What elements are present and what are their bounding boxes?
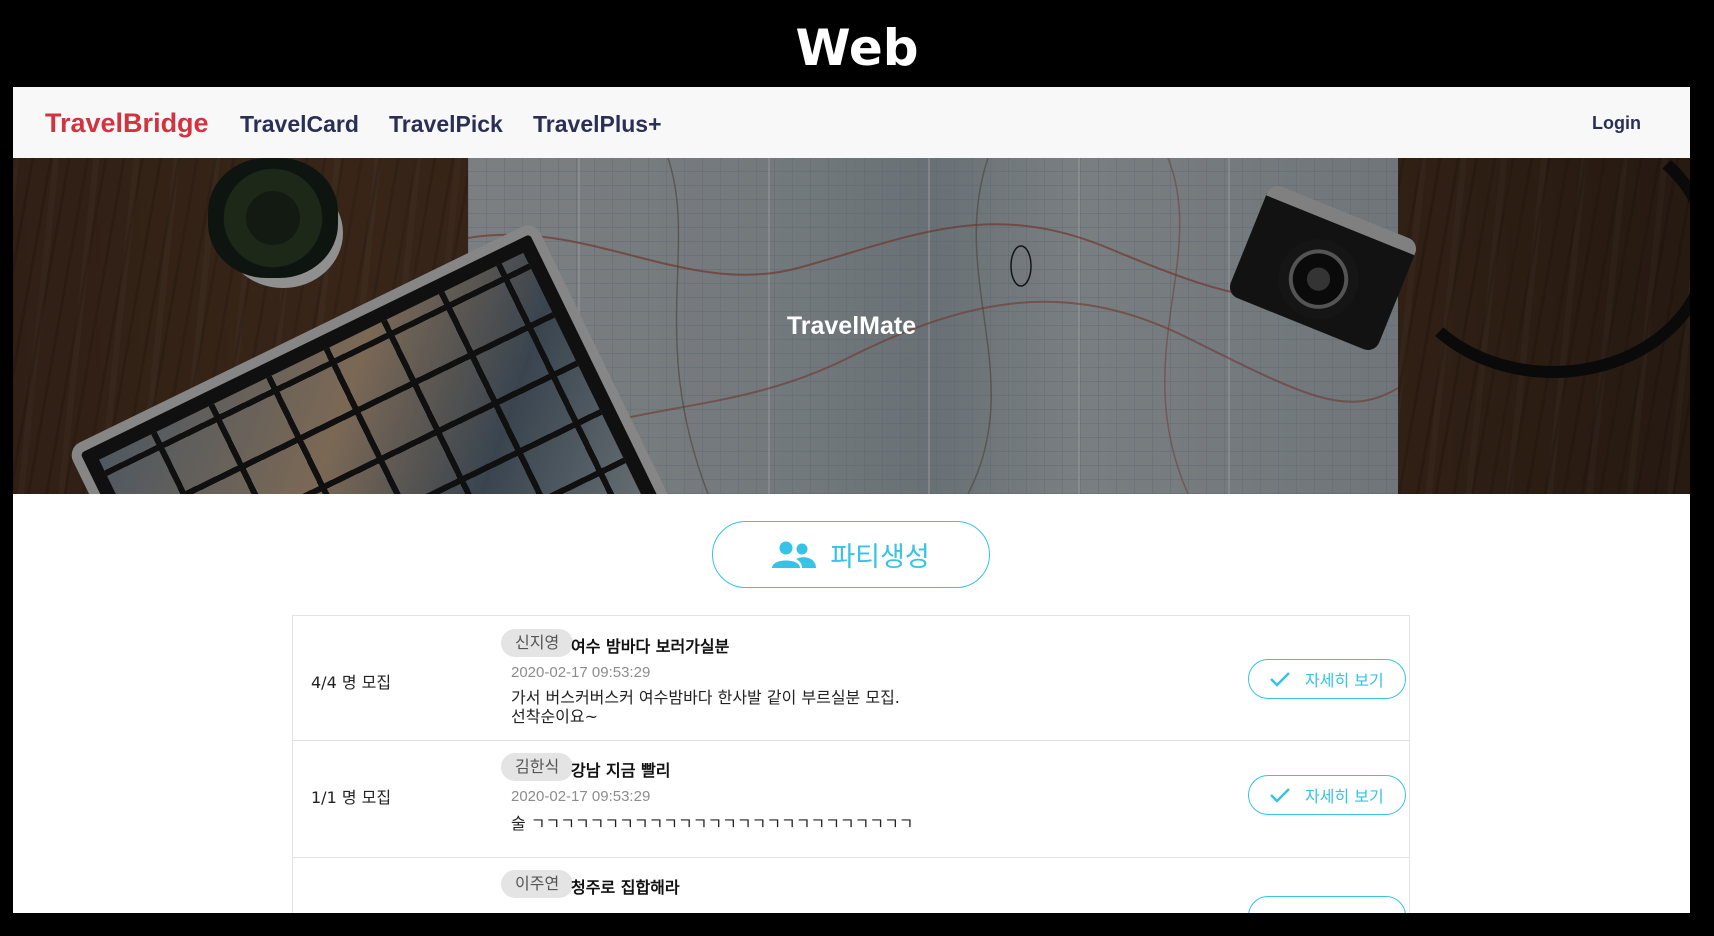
post-body: 술 ㄱㄱㄱㄱㄱㄱㄱㄱㄱㄱㄱㄱㄱㄱㄱㄱㄱㄱㄱㄱㄱㄱㄱㄱㄱㄱ [511, 814, 914, 833]
bottom-border [0, 913, 1714, 936]
post-title[interactable]: 여수 밤바다 보러가실분 [571, 633, 729, 657]
hero-title: TravelMate [786, 312, 917, 340]
hero-banner: TravelMate [13, 158, 1690, 494]
list-item: 4/4 명 모집 신지영 여수 밤바다 보러가실분 2020-02-17 09:… [293, 616, 1409, 741]
create-party-button[interactable]: 파티생성 [712, 521, 990, 588]
recruit-count: 4/4 명 모집 [311, 673, 392, 692]
browser-viewport: TravelBridge TravelCard TravelPick Trave… [13, 87, 1690, 913]
party-list: 4/4 명 모집 신지영 여수 밤바다 보러가실분 2020-02-17 09:… [292, 615, 1410, 913]
check-icon [1270, 788, 1290, 803]
list-item: 이주연 청주로 집합해라 [293, 858, 1409, 913]
create-party-label: 파티생성 [830, 542, 930, 573]
check-icon [1270, 672, 1290, 687]
detail-button-label: 자세히 보기 [1305, 671, 1384, 690]
author-badge: 이주연 [501, 870, 574, 898]
login-link[interactable]: Login [1592, 113, 1641, 134]
author-badge: 김한식 [501, 753, 574, 781]
post-date: 2020-02-17 09:53:29 [511, 788, 651, 805]
author-badge: 신지영 [501, 629, 574, 657]
people-icon [772, 541, 817, 568]
page-caption: Web [795, 19, 919, 77]
detail-button-label: 자세히 보기 [1305, 787, 1384, 806]
navbar: TravelBridge TravelCard TravelPick Trave… [13, 87, 1690, 158]
post-title[interactable]: 청주로 집합해라 [571, 874, 680, 898]
nav-link-travelplus[interactable]: TravelPlus+ [533, 111, 662, 138]
post-date: 2020-02-17 09:53:29 [511, 664, 651, 681]
nav-link-travelpick[interactable]: TravelPick [389, 111, 503, 138]
recruit-count: 1/1 명 모집 [311, 788, 392, 807]
brand-logo-link[interactable]: TravelBridge [45, 108, 209, 139]
post-body: 가서 버스커버스커 여수밤바다 한사발 같이 부르실분 모집. 선착순이요~ [511, 688, 900, 726]
nav-link-travelcard[interactable]: TravelCard [240, 111, 359, 138]
list-item: 1/1 명 모집 김한식 강남 지금 빨리 2020-02-17 09:53:2… [293, 741, 1409, 858]
detail-button[interactable] [1248, 896, 1406, 913]
detail-button[interactable]: 자세히 보기 [1248, 659, 1406, 699]
post-title[interactable]: 강남 지금 빨리 [571, 757, 670, 781]
detail-button[interactable]: 자세히 보기 [1248, 775, 1406, 815]
